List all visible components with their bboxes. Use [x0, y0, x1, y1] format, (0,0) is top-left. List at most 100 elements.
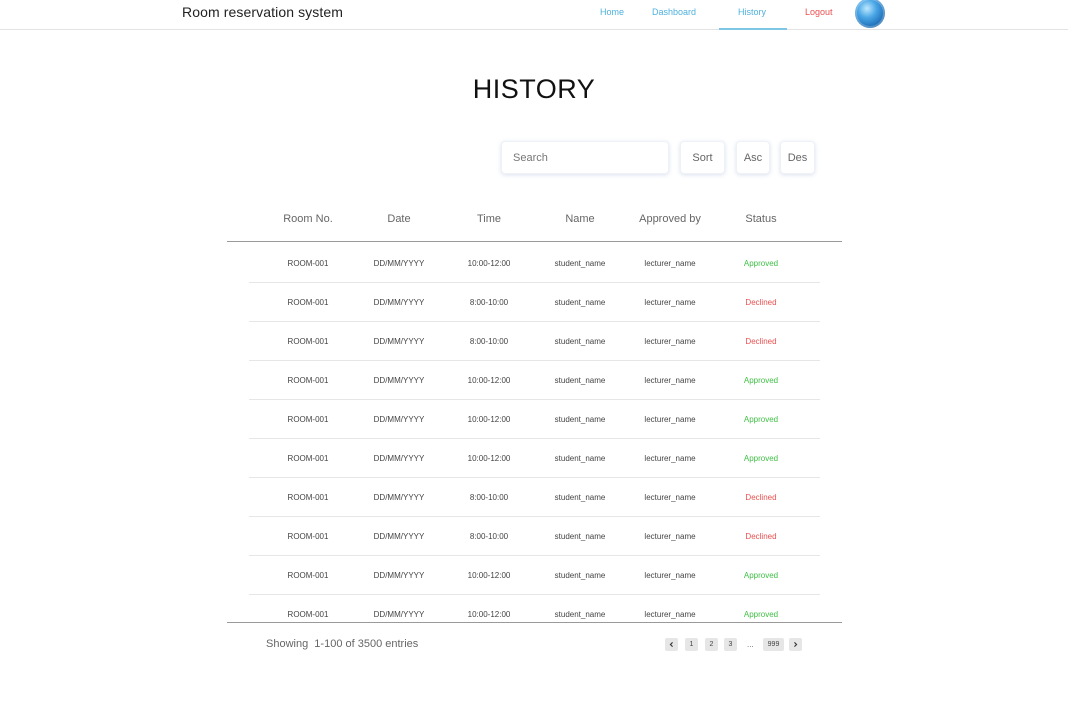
cell-room: ROOM-001 — [287, 571, 329, 580]
cell-approved-by: lecturer_name — [644, 376, 696, 385]
pager-next-button[interactable] — [789, 638, 802, 651]
cell-approved-by: lecturer_name — [644, 571, 696, 580]
cell-approved-by: lecturer_name — [644, 259, 696, 268]
cell-name: student_name — [554, 454, 606, 463]
cell-status: Approved — [743, 571, 779, 580]
cell-date: DD/MM/YYYY — [373, 493, 425, 502]
user-avatar[interactable] — [855, 0, 885, 28]
column-header-name: Name — [565, 213, 595, 225]
table-row: ROOM-001 DD/MM/YYYY 10:00-12:00 student_… — [249, 556, 820, 595]
cell-status: Approved — [743, 415, 779, 424]
cell-status: Declined — [745, 532, 777, 541]
pager-ellipsis: ... — [747, 640, 754, 649]
cell-status: Declined — [745, 298, 777, 307]
cell-room: ROOM-001 — [287, 298, 329, 307]
table-row: ROOM-001 DD/MM/YYYY 8:00-10:00 student_n… — [249, 283, 820, 322]
search-input[interactable] — [513, 151, 663, 164]
cell-status: Approved — [743, 259, 779, 268]
cell-name: student_name — [554, 298, 606, 307]
cell-time: 8:00-10:00 — [469, 337, 509, 346]
cell-time: 8:00-10:00 — [469, 532, 509, 541]
nav-dashboard-link[interactable]: Dashboard — [652, 7, 696, 17]
table-row: ROOM-001 DD/MM/YYYY 10:00-12:00 student_… — [249, 361, 820, 400]
table-row: ROOM-001 DD/MM/YYYY 8:00-10:00 student_n… — [249, 478, 820, 517]
cell-time: 10:00-12:00 — [467, 415, 511, 424]
column-header-room: Room No. — [283, 213, 333, 225]
cell-approved-by: lecturer_name — [644, 610, 696, 619]
nav-history-link[interactable]: History — [738, 7, 766, 17]
cell-approved-by: lecturer_name — [644, 415, 696, 424]
cell-room: ROOM-001 — [287, 532, 329, 541]
nav-home-link[interactable]: Home — [600, 7, 624, 17]
pager-page-2[interactable]: 2 — [705, 638, 718, 651]
entries-summary: Showing 1-100 of 3500 entries — [266, 638, 419, 650]
table-row: ROOM-001 DD/MM/YYYY 10:00-12:00 student_… — [249, 400, 820, 439]
column-header-status: Status — [745, 213, 777, 225]
cell-room: ROOM-001 — [287, 415, 329, 424]
page-title: HISTORY — [472, 74, 596, 104]
cell-name: student_name — [554, 259, 606, 268]
cell-name: student_name — [554, 415, 606, 424]
cell-name: student_name — [554, 493, 606, 502]
cell-name: student_name — [554, 571, 606, 580]
cell-time: 10:00-12:00 — [467, 571, 511, 580]
des-button[interactable]: Des — [780, 141, 815, 174]
cell-room: ROOM-001 — [287, 454, 329, 463]
pager-page-last[interactable]: 999 — [763, 638, 784, 651]
column-header-date: Date — [387, 213, 411, 225]
chevron-left-icon — [669, 642, 673, 647]
sort-button[interactable]: Sort — [680, 141, 725, 174]
cell-date: DD/MM/YYYY — [373, 337, 425, 346]
cell-time: 10:00-12:00 — [467, 454, 511, 463]
cell-status: Declined — [745, 337, 777, 346]
cell-room: ROOM-001 — [287, 610, 329, 619]
cell-name: student_name — [554, 376, 606, 385]
table-row: ROOM-001 DD/MM/YYYY 10:00-12:00 student_… — [249, 439, 820, 478]
cell-time: 8:00-10:00 — [469, 493, 509, 502]
column-header-approved-by: Approved by — [639, 213, 701, 225]
cell-room: ROOM-001 — [287, 259, 329, 268]
footer-divider — [227, 622, 842, 623]
cell-date: DD/MM/YYYY — [373, 532, 425, 541]
cell-date: DD/MM/YYYY — [373, 610, 425, 619]
cell-status: Approved — [743, 610, 779, 619]
cell-approved-by: lecturer_name — [644, 454, 696, 463]
nav-active-indicator — [719, 28, 787, 30]
cell-time: 10:00-12:00 — [467, 376, 511, 385]
cell-name: student_name — [554, 532, 606, 541]
chevron-right-icon — [794, 642, 798, 647]
cell-date: DD/MM/YYYY — [373, 376, 425, 385]
pager-page-1[interactable]: 1 — [685, 638, 698, 651]
asc-button[interactable]: Asc — [736, 141, 770, 174]
pager-prev-button[interactable] — [665, 638, 678, 651]
cell-time: 8:00-10:00 — [469, 298, 509, 307]
cell-room: ROOM-001 — [287, 493, 329, 502]
cell-room: ROOM-001 — [287, 337, 329, 346]
cell-status: Approved — [743, 376, 779, 385]
search-box[interactable] — [501, 141, 669, 174]
table-row: ROOM-001 DD/MM/YYYY 8:00-10:00 student_n… — [249, 517, 820, 556]
cell-approved-by: lecturer_name — [644, 337, 696, 346]
cell-approved-by: lecturer_name — [644, 532, 696, 541]
table-row: ROOM-001 DD/MM/YYYY 10:00-12:00 student_… — [249, 595, 820, 622]
cell-time: 10:00-12:00 — [467, 610, 511, 619]
table-row: ROOM-001 DD/MM/YYYY 10:00-12:00 student_… — [249, 244, 820, 283]
pager-page-3[interactable]: 3 — [724, 638, 737, 651]
cell-date: DD/MM/YYYY — [373, 415, 425, 424]
cell-date: DD/MM/YYYY — [373, 298, 425, 307]
cell-name: student_name — [554, 337, 606, 346]
cell-date: DD/MM/YYYY — [373, 571, 425, 580]
cell-status: Approved — [743, 454, 779, 463]
column-header-time: Time — [476, 213, 502, 225]
app-title: Room reservation system — [182, 4, 344, 20]
cell-status: Declined — [745, 493, 777, 502]
cell-date: DD/MM/YYYY — [373, 454, 425, 463]
cell-approved-by: lecturer_name — [644, 493, 696, 502]
table-body[interactable]: ROOM-001 DD/MM/YYYY 10:00-12:00 student_… — [0, 242, 1068, 622]
nav-logout-link[interactable]: Logout — [805, 7, 833, 17]
cell-name: student_name — [554, 610, 606, 619]
cell-approved-by: lecturer_name — [644, 298, 696, 307]
table-row: ROOM-001 DD/MM/YYYY 8:00-10:00 student_n… — [249, 322, 820, 361]
cell-time: 10:00-12:00 — [467, 259, 511, 268]
cell-date: DD/MM/YYYY — [373, 259, 425, 268]
